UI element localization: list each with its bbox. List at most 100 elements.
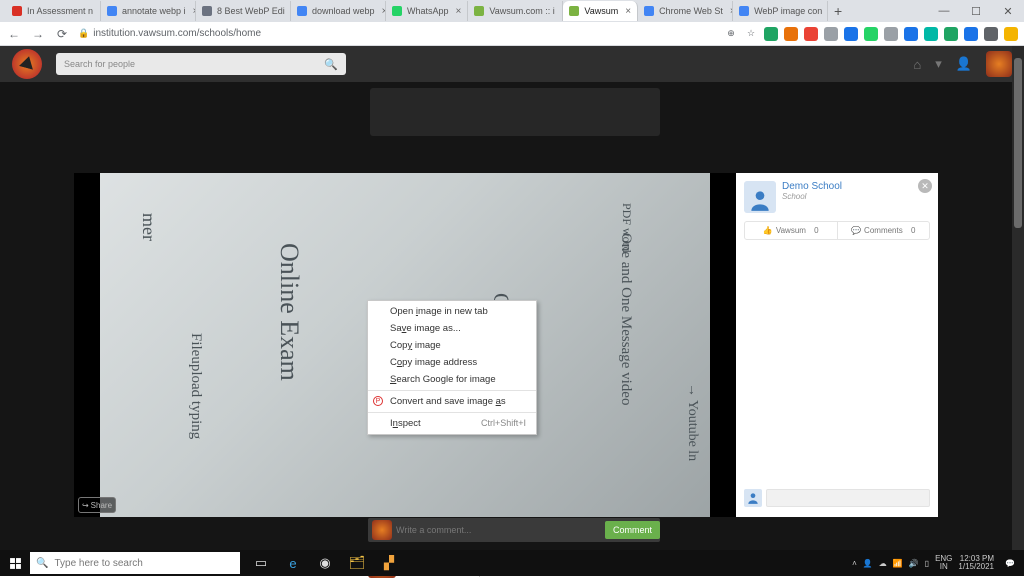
browser-address-bar: ← → ⟳ 🔒 institution.vawsum.com/schools/h… (0, 22, 1024, 46)
profile-icon[interactable]: 👤 (956, 56, 972, 72)
tab-close-icon[interactable]: × (625, 6, 631, 17)
tab-label: Vawsum.com :: i (489, 6, 554, 16)
comment-input[interactable]: Write a comment... (396, 525, 471, 535)
comment-button[interactable]: Comment (605, 521, 660, 539)
avatar[interactable] (986, 51, 1012, 77)
extension-icon[interactable] (844, 27, 858, 41)
window-controls: — ☐ ✕ (928, 0, 1024, 22)
tray-volume-icon[interactable]: 🔊 (909, 559, 919, 568)
bookmark-icon[interactable]: ☆ (744, 27, 758, 41)
close-window-button[interactable]: ✕ (992, 0, 1024, 22)
extension-icon[interactable] (804, 27, 818, 41)
extension-icon[interactable] (1004, 27, 1018, 41)
extension-icon[interactable] (904, 27, 918, 41)
file-explorer-icon[interactable]: 🗂 (342, 550, 372, 576)
page-scrollbar[interactable] (1012, 46, 1024, 550)
tab-close-icon[interactable]: × (456, 6, 462, 17)
app-logo[interactable] (12, 49, 42, 79)
browser-tab[interactable]: 8 Best WebP Edi× (196, 1, 291, 21)
extension-icon[interactable] (824, 27, 838, 41)
lightbox-comment-input[interactable] (766, 489, 930, 507)
windows-taskbar: 🔍 Type here to search ▭ e ◉ 🗂 ▞ ˄ 👤 ☁ 📶 … (0, 550, 1024, 576)
lightbox-comment-row (744, 489, 930, 507)
app-icon[interactable]: ▞ (374, 550, 404, 576)
menu-item-save[interactable]: Save image as... (368, 320, 536, 337)
zoom-icon[interactable]: ⊕ (724, 27, 738, 41)
maximize-button[interactable]: ☐ (960, 0, 992, 22)
tray-clock[interactable]: 12:03 PM1/15/2021 (958, 555, 994, 571)
browser-tab[interactable]: annotate webp i× (101, 1, 196, 21)
poster-avatar[interactable] (744, 181, 776, 213)
tray-language[interactable]: ENGIN (935, 555, 952, 571)
menu-item-copy[interactable]: Copy image (368, 337, 536, 354)
menu-separator (368, 390, 536, 391)
nav-reload-icon[interactable]: ⟳ (54, 26, 70, 42)
extension-icon[interactable] (964, 27, 978, 41)
filter-icon[interactable]: ▾ (935, 56, 942, 72)
browser-tab[interactable]: Chrome Web St× (638, 1, 733, 21)
extension-icon[interactable] (944, 27, 958, 41)
extension-icon[interactable] (884, 27, 898, 41)
browser-tab[interactable]: Vawsum.com :: i× (468, 1, 563, 21)
tray-chevron-icon[interactable]: ˄ (852, 559, 857, 568)
menu-item-google[interactable]: Search Google for image (368, 371, 536, 388)
menu-item-convert-save[interactable]: P Convert and save image as (368, 393, 536, 410)
search-input[interactable]: Search for people 🔍 (56, 53, 346, 75)
tab-favicon (297, 6, 307, 16)
browser-tabstrip: In Assessment n×annotate webp i×8 Best W… (0, 0, 1024, 22)
new-tab-button[interactable]: + (828, 3, 848, 19)
nav-forward-icon[interactable]: → (30, 26, 46, 42)
chrome-icon[interactable]: ◉ (310, 550, 340, 576)
share-button[interactable]: ↪ Share (78, 497, 116, 513)
extension-tray: ⊕ ☆ (724, 27, 1018, 41)
browser-tab[interactable]: In Assessment n× (6, 1, 101, 21)
system-tray: ˄ 👤 ☁ 📶 🔊 ▯ ENGIN 12:03 PM1/15/2021 💬 (852, 550, 1024, 576)
image-context-menu: Open image in new tabSave image as...Cop… (367, 300, 537, 435)
close-lightbox-button[interactable]: ✕ (918, 179, 932, 193)
page-body: Search for people 🔍 ⌂ ▾ 👤 Write a commen… (0, 46, 1024, 550)
tray-battery-icon[interactable]: ▯ (925, 559, 929, 568)
tab-favicon (392, 6, 402, 16)
menu-item-addr[interactable]: Copy image address (368, 354, 536, 371)
extension-icon[interactable] (784, 27, 798, 41)
taskbar-search[interactable]: 🔍 Type here to search (30, 552, 240, 574)
url-text: institution.vawsum.com/schools/home (93, 28, 261, 39)
commenter-avatar (744, 489, 762, 507)
browser-tab[interactable]: Vawsum× (563, 1, 638, 21)
tray-people-icon[interactable]: 👤 (863, 559, 873, 568)
extension-icon[interactable] (984, 27, 998, 41)
poster-role: School (782, 192, 842, 201)
menu-separator (368, 412, 536, 413)
vawsum-count-button[interactable]: 👍 Vawsum 0 (745, 222, 837, 239)
menu-item-open[interactable]: Open image in new tab (368, 303, 536, 320)
tab-favicon (644, 6, 654, 16)
tab-favicon (12, 6, 22, 16)
menu-item-inspect[interactable]: Inspect Ctrl+Shift+I (368, 415, 536, 432)
browser-tab[interactable]: WhatsApp × (386, 1, 468, 21)
scrollbar-thumb[interactable] (1014, 58, 1022, 228)
action-center-icon[interactable]: 💬 (1000, 550, 1020, 576)
browser-tab[interactable]: download webp× (291, 1, 386, 21)
address-url[interactable]: 🔒 institution.vawsum.com/schools/home (78, 28, 261, 39)
edge-icon[interactable]: e (278, 550, 308, 576)
extension-icon[interactable] (764, 27, 778, 41)
extension-icon[interactable] (864, 27, 878, 41)
avatar (372, 520, 392, 540)
task-view-icon[interactable]: ▭ (246, 550, 276, 576)
comments-count-button[interactable]: 💬 Comments 0 (837, 222, 930, 239)
tray-network-icon[interactable]: 📶 (893, 559, 903, 568)
nav-back-icon[interactable]: ← (6, 26, 22, 42)
extension-icon[interactable] (924, 27, 938, 41)
menu-shortcut: Ctrl+Shift+I (481, 418, 526, 429)
feed-card-peek (370, 88, 660, 136)
pinterest-icon: P (373, 396, 383, 406)
tray-onedrive-icon[interactable]: ☁ (879, 559, 887, 568)
minimize-button[interactable]: — (928, 0, 960, 22)
poster-name[interactable]: Demo School (782, 181, 842, 192)
tab-label: WhatsApp (407, 6, 449, 16)
browser-tab[interactable]: WebP image con× (733, 1, 828, 21)
home-icon[interactable]: ⌂ (913, 57, 921, 72)
search-icon: 🔍 (324, 58, 338, 71)
start-button[interactable] (0, 550, 30, 576)
tab-favicon (474, 6, 484, 16)
